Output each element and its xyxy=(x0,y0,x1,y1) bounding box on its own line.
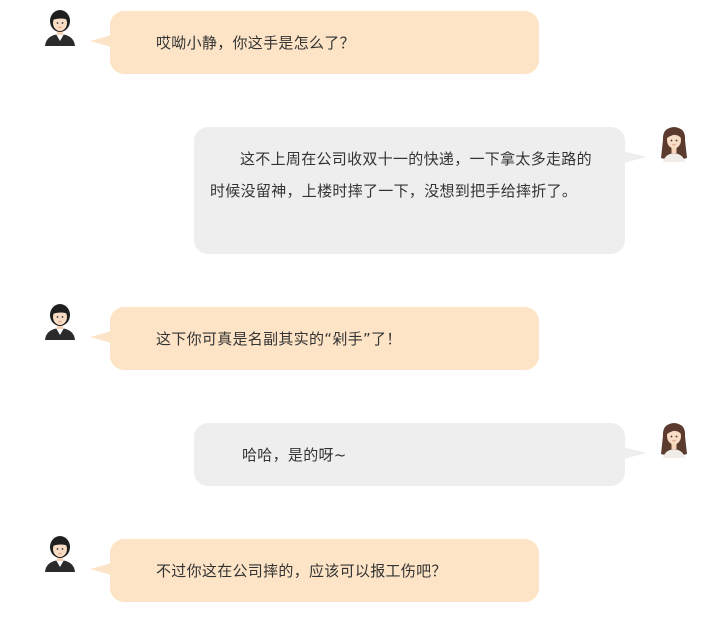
short-hair-woman-avatar-icon xyxy=(43,534,77,572)
long-hair-woman-avatar-icon xyxy=(657,124,691,162)
bubble-tail xyxy=(90,563,112,575)
message-text: 哎呦小静，你这手是怎么了？ xyxy=(156,34,355,52)
short-hair-woman-avatar-icon xyxy=(43,302,77,340)
message-bubble-left: 这下你可真是名副其实的“剁手”了！ xyxy=(90,307,539,370)
message-bubble-right: 这不上周在公司收双十一的快递，一下拿太多走路的时候没留神，上楼时摔了一下，没想到… xyxy=(194,127,647,254)
message-text: 哈哈，是的呀~ xyxy=(242,446,347,464)
bubble-tail xyxy=(90,35,112,47)
bubble-tail xyxy=(90,331,112,343)
short-hair-woman-avatar-icon xyxy=(43,8,77,46)
message-text: 不过你这在公司摔的，应该可以报工伤吧？ xyxy=(156,562,447,580)
message-text: 这不上周在公司收双十一的快递，一下拿太多走路的时候没留神，上楼时摔了一下，没想到… xyxy=(210,150,592,200)
message-text: 这下你可真是名副其实的“剁手”了！ xyxy=(156,330,402,348)
bubble-tail xyxy=(623,151,647,163)
bubble-tail xyxy=(623,447,647,459)
message-bubble-left: 哎呦小静，你这手是怎么了？ xyxy=(90,11,539,74)
long-hair-woman-avatar-icon xyxy=(657,420,691,458)
message-bubble-left: 不过你这在公司摔的，应该可以报工伤吧？ xyxy=(90,539,539,602)
message-bubble-right: 哈哈，是的呀~ xyxy=(194,423,647,486)
